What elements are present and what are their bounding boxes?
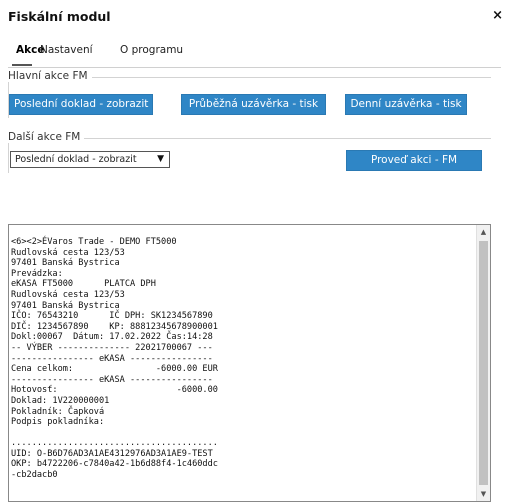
tab-divider <box>8 67 501 68</box>
receipt-line: -- VÝBER -------------- 22021700067 --- <box>11 342 213 353</box>
receipt-line: Pokladník: Čapková <box>11 406 105 417</box>
receipt-line: UID: O-B6D76AD3A1AE4312976AD3A1AE9-TEST <box>11 448 213 459</box>
receipt-line: OKP: b4722206-c7840a42-1b6d88f4-1c460ddc <box>11 459 218 470</box>
other-actions-legend: Další akce FM <box>8 131 85 143</box>
scrollbar-thumb[interactable] <box>479 241 488 485</box>
receipt-line: 97401 Banská Bystrica <box>11 300 120 311</box>
receipt-line: ---------------- eKASA ---------------- <box>11 353 213 364</box>
receipt-line: Dokl:00067 Dátum: 17.02.2022 Čas:14:28 <box>11 332 213 343</box>
run-action-button[interactable]: Proveď akci - FM <box>346 150 482 171</box>
receipt-line: Rudlovská cesta 123/53 <box>11 289 125 300</box>
receipt-line: <6><2>ÉVaros Trade - DEMO FT5000 <box>11 237 177 247</box>
vertical-scrollbar[interactable]: ▲ ▼ <box>476 225 490 501</box>
scroll-down-arrow-icon[interactable]: ▼ <box>477 487 490 501</box>
receipt-line: ---------------- eKASA ---------------- <box>11 374 213 385</box>
receipt-line: Cena celkom: -6000.00 EUR <box>11 364 218 375</box>
window-title: Fiskální modul <box>8 9 111 24</box>
daily-closure-print-button[interactable]: Denní uzávěrka - tisk <box>345 94 467 115</box>
action-select-value: Poslední doklad - zobrazit <box>15 154 137 165</box>
tab-nastaveni[interactable]: Nastavení <box>40 44 93 56</box>
interim-closure-print-button[interactable]: Průběžná uzávěrka - tisk <box>181 94 326 115</box>
receipt-line: Prevádzka: <box>11 268 63 279</box>
receipt-output-area[interactable]: <6><2>ÉVaros Trade - DEMO FT5000 Rudlovs… <box>8 224 491 502</box>
active-tab-indicator <box>12 64 32 66</box>
close-icon[interactable]: × <box>492 8 503 23</box>
receipt-line: IČO: 76543210 IČ DPH: SK1234567890 <box>11 311 213 322</box>
receipt-line: Hotovosť: -6000.00 <box>11 385 218 396</box>
receipt-text: <6><2>ÉVaros Trade - DEMO FT5000 Rudlovs… <box>11 237 218 481</box>
last-receipt-show-button[interactable]: Poslední doklad - zobrazit <box>9 94 153 115</box>
action-select[interactable]: Poslední doklad - zobrazit ▼ <box>10 151 170 168</box>
receipt-line: ........................................ <box>11 438 218 449</box>
receipt-line: -cb2dacb0 <box>11 470 58 481</box>
tab-o-programu[interactable]: O programu <box>120 44 183 56</box>
receipt-line: Podpis pokladníka: <box>11 417 105 428</box>
receipt-line: Doklad: 1V220000001 <box>11 395 110 406</box>
chevron-down-icon: ▼ <box>157 154 164 164</box>
receipt-line: 97401 Banská Bystrica <box>11 258 120 269</box>
main-actions-legend: Hlavní akce FM <box>8 70 92 82</box>
receipt-line: eKASA FT5000 PLATCA DPH <box>11 279 156 290</box>
receipt-line: Rudlovská cesta 123/53 <box>11 247 125 258</box>
scroll-up-arrow-icon[interactable]: ▲ <box>477 225 490 239</box>
receipt-line: DIČ: 1234567890 KP: 88812345678900001 <box>11 321 218 332</box>
